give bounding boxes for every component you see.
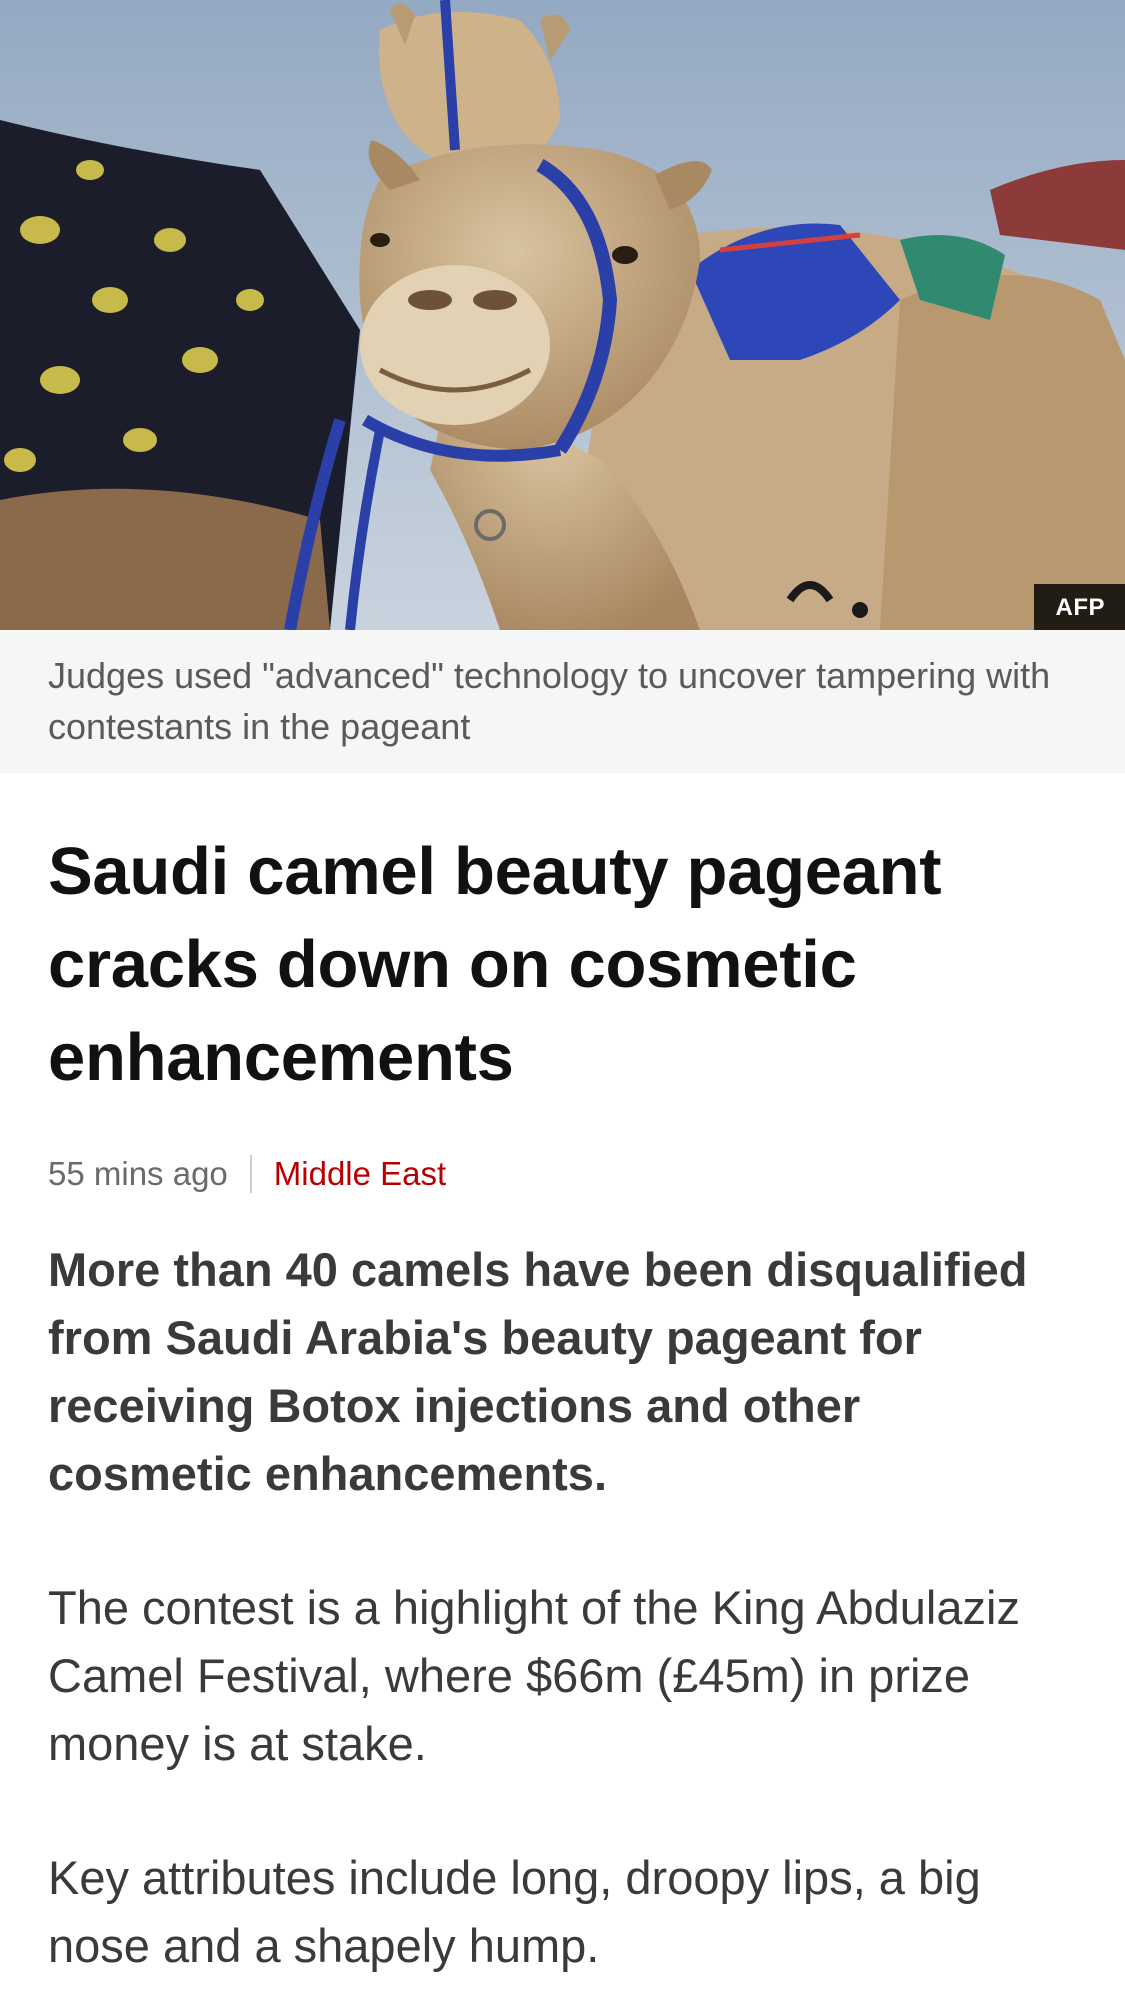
article-paragraph: Key attributes include long, droopy lips…: [48, 1851, 981, 1972]
photo-credit: AFP: [1033, 584, 1125, 630]
image-caption: Judges used "advanced" technology to unc…: [0, 630, 1125, 773]
article-intro: More than 40 camels have been disqualifi…: [48, 1243, 1028, 1500]
article-headline: Saudi camel beauty pageant cracks down o…: [48, 834, 942, 1095]
article-paragraph: The contest is a highlight of the King A…: [48, 1581, 1020, 1770]
section-link-middle-east[interactable]: Middle East: [274, 1152, 446, 1196]
meta-divider: [249, 1155, 252, 1193]
hero-image[interactable]: AFP: [0, 0, 1125, 630]
timestamp: 55 mins ago: [48, 1155, 228, 1192]
camel-photo: [0, 0, 1125, 630]
article-body: Saudi camel beauty pageant cracks down o…: [0, 825, 1125, 1980]
article-meta: 55 mins ago Middle East: [48, 1152, 1077, 1196]
